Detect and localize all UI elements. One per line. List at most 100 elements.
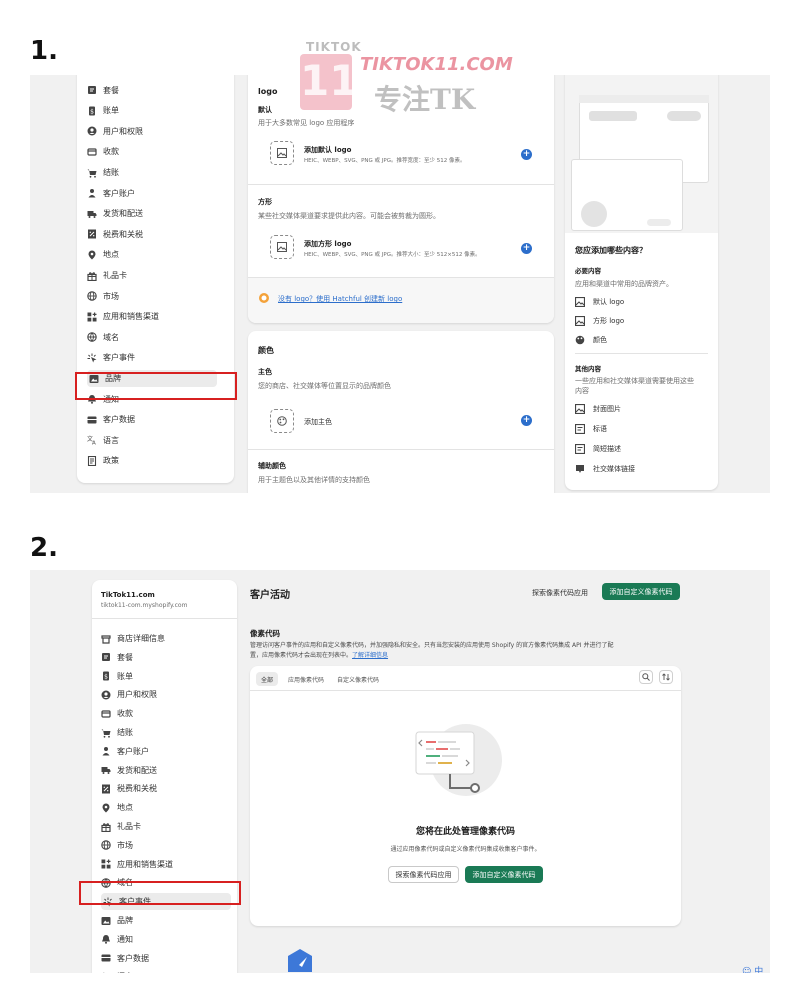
sidebar-item-person[interactable]: 客户账户 (101, 743, 231, 760)
page-title: 客户活动 (250, 590, 290, 601)
sort-button[interactable] (659, 670, 673, 684)
gift-icon (101, 822, 111, 832)
explore-pixel-apps-link[interactable]: 探索像素代码应用 (532, 588, 588, 598)
sidebar-item-events[interactable]: 客户事件 (87, 349, 217, 366)
cart-icon (101, 728, 111, 738)
add-primary-color[interactable]: 添加主色 (304, 417, 332, 427)
tax-icon (101, 784, 111, 794)
sidebar-item-payment[interactable]: 收款 (101, 705, 231, 722)
location-icon (101, 803, 111, 813)
sidebar-item-billing[interactable]: $ 账单 (87, 102, 217, 119)
default-logo-upload[interactable] (270, 141, 294, 165)
sidebar-item-domain[interactable]: 域名 (87, 329, 217, 346)
logo-card-title: logo (258, 87, 278, 96)
sidebar-item-language[interactable]: 文A 语言 (87, 432, 217, 449)
billing-icon: $ (87, 106, 97, 116)
floating-bird-icon[interactable] (286, 948, 314, 973)
sidebar-item-cart[interactable]: 结账 (101, 724, 231, 741)
sidebar-item-brand[interactable]: 品牌 (101, 912, 231, 929)
domain-icon (87, 332, 97, 343)
image-icon (277, 242, 287, 252)
learn-more-link[interactable]: 了解详细信息 (352, 652, 388, 659)
default-logo-formats: HEIC、WEBP、SVG、PNG 或 JPG。推荐宽度：至少 512 像素。 (304, 158, 466, 164)
empty-explore-button[interactable]: 探索像素代码应用 (388, 866, 459, 883)
add-default-logo[interactable]: 添加默认 logo (304, 145, 351, 155)
sidebar-item-person[interactable]: 客户账户 (87, 185, 217, 202)
add-square-logo-plus-icon[interactable]: + (521, 243, 532, 254)
required-desc: 应用和渠道中常用的品牌资产。 (575, 280, 673, 288)
tab-app-pixels[interactable]: 应用像素代码 (283, 672, 329, 686)
sidebar-item-policy[interactable]: 政策 (87, 452, 217, 469)
sidebar-item-payment[interactable]: 收款 (87, 143, 217, 160)
other-desc-line2: 内容 (575, 387, 589, 395)
sidebar-item-store[interactable]: 商店详细信息 (87, 75, 217, 78)
watermark-cn: 专注TK (374, 83, 476, 116)
sidebar-item-truck[interactable]: 发货和配送 (87, 205, 217, 222)
list-item-label: 社交媒体链接 (593, 465, 635, 473)
sidebar-item-data[interactable]: 客户数据 (87, 411, 217, 428)
add-custom-pixel-button[interactable]: 添加自定义像素代码 (602, 583, 680, 600)
store-name: TikTok11.com (101, 591, 155, 599)
required-heading: 必要内容 (575, 267, 601, 275)
sidebar-item-globe[interactable]: 市场 (101, 837, 231, 854)
sidebar-item-cart[interactable]: 结账 (87, 164, 217, 181)
hatchful-icon (259, 293, 269, 303)
list-item: 颜色 (575, 331, 607, 349)
user-icon (87, 126, 97, 136)
list-item: 标语 (575, 420, 607, 438)
sidebar-item-label: 税费和关税 (117, 784, 157, 794)
truck-icon (87, 209, 97, 219)
sidebar-item-user[interactable]: 用户和权限 (101, 686, 231, 703)
sidebar-item-location[interactable]: 地点 (87, 246, 217, 263)
language-icon: 文A (87, 435, 97, 445)
empty-add-custom-button[interactable]: 添加自定义像素代码 (465, 866, 543, 883)
sidebar-item-plan[interactable]: 套餐 (87, 82, 217, 99)
sidebar-item-label: 地点 (103, 250, 119, 260)
add-default-logo-plus-icon[interactable]: + (521, 149, 532, 160)
sidebar-item-language[interactable]: 文A 语言 (101, 968, 231, 973)
gift-icon (87, 271, 97, 281)
sidebar-item-label: 套餐 (103, 85, 119, 95)
sidebar-item-data[interactable]: 客户数据 (101, 950, 231, 967)
sidebar-item-location[interactable]: 地点 (101, 799, 231, 816)
sidebar-item-store[interactable]: 商店详细信息 (101, 630, 231, 647)
sidebar-item-apps[interactable]: 应用和销售渠道 (87, 308, 217, 325)
language-label: 中 (754, 967, 764, 973)
sidebar-item-label: 套餐 (117, 652, 133, 662)
store-url: tiktok11-com.myshopify.com (101, 602, 188, 609)
list-item-label: 简短描述 (593, 445, 621, 453)
tab-all[interactable]: 全部 (256, 672, 279, 686)
sidebar-item-gift[interactable]: 礼品卡 (87, 267, 217, 284)
sidebar-item-label: 地点 (117, 803, 133, 813)
add-primary-color-plus-icon[interactable]: + (521, 415, 532, 426)
tax-icon (87, 229, 97, 239)
sidebar-item-bell[interactable]: 通知 (101, 931, 231, 948)
watermark-logo: 11 (300, 54, 359, 110)
sidebar-item-label: 客户账户 (117, 746, 149, 756)
sidebar-item-globe[interactable]: 市场 (87, 288, 217, 305)
sidebar-item-plan[interactable]: 套餐 (101, 649, 231, 666)
language-switch[interactable]: ☺ 中 (742, 964, 763, 973)
watermark-logo-digits: 11 (300, 56, 359, 105)
sidebar-item-label: 应用和销售渠道 (103, 312, 159, 322)
chat-icon: ☺ (742, 967, 752, 973)
sidebar-item-tax[interactable]: 税费和关税 (101, 780, 231, 797)
truck-icon (101, 765, 111, 775)
search-button[interactable] (639, 670, 653, 684)
sidebar-item-apps[interactable]: 应用和销售渠道 (101, 856, 231, 873)
image-icon (575, 316, 585, 326)
sidebar-item-billing[interactable]: $ 账单 (101, 668, 231, 685)
hatchful-link[interactable]: 没有 logo？使用 Hatchful 创建新 logo (278, 294, 402, 304)
tab-custom-pixels[interactable]: 自定义像素代码 (332, 672, 384, 686)
sort-icon (662, 673, 670, 681)
sidebar-item-label: 结账 (103, 168, 119, 177)
step-number-1: 1. (30, 36, 58, 66)
sidebar-item-tax[interactable]: 税费和关税 (87, 226, 217, 243)
sidebar-item-gift[interactable]: 礼品卡 (101, 818, 231, 835)
sidebar-item-user[interactable]: 用户和权限 (87, 123, 217, 140)
add-square-logo[interactable]: 添加方形 logo (304, 239, 351, 249)
sidebar-item-truck[interactable]: 发货和配送 (101, 762, 231, 779)
primary-color-swatch[interactable] (270, 409, 294, 433)
square-logo-upload[interactable] (270, 235, 294, 259)
info-illustration (565, 75, 718, 233)
